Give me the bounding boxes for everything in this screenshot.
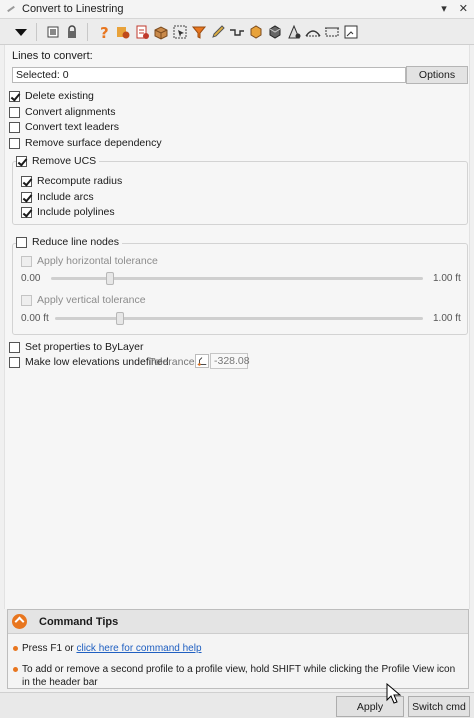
select-icon[interactable] bbox=[44, 22, 61, 41]
tolerance-label: Tolerance: bbox=[149, 356, 198, 368]
remove-surface-dependency-checkbox[interactable] bbox=[9, 137, 20, 149]
horizontal-tolerance-label: Apply horizontal tolerance bbox=[37, 255, 158, 267]
line-icon[interactable] bbox=[228, 22, 245, 41]
options-button[interactable]: Options bbox=[406, 66, 468, 84]
command-help-link[interactable]: click here for command help bbox=[76, 643, 201, 654]
lines-to-convert-label: Lines to convert: bbox=[12, 50, 93, 62]
title-bar: Convert to Linestring ▾ ✕ bbox=[0, 0, 474, 19]
include-polylines-checkbox[interactable] bbox=[21, 206, 32, 218]
delete-existing-label: Delete existing bbox=[25, 90, 94, 102]
funnel-icon[interactable] bbox=[190, 22, 207, 41]
pencil-icon[interactable] bbox=[209, 22, 226, 41]
horizontal-slider-track[interactable] bbox=[51, 272, 423, 285]
select-window-icon[interactable] bbox=[171, 22, 188, 41]
set-bylayer-checkbox[interactable] bbox=[9, 341, 20, 353]
toolbar-separator bbox=[87, 22, 88, 41]
remove-ucs-option[interactable]: Remove UCS bbox=[16, 155, 100, 167]
vertical-tolerance-option[interactable]: Apply vertical tolerance bbox=[21, 294, 146, 306]
low-elevations-label: Make low elevations undefined bbox=[25, 356, 169, 368]
vertical-tolerance-slider[interactable]: 0.00 ft 1.00 ft bbox=[21, 312, 461, 325]
recompute-radius-label: Recompute radius bbox=[37, 175, 123, 187]
horizontal-min-label: 0.00 bbox=[21, 273, 41, 284]
solid-icon[interactable] bbox=[266, 22, 283, 41]
horizontal-tolerance-slider[interactable]: 0.00 1.00 ft bbox=[21, 272, 461, 285]
box-icon[interactable] bbox=[152, 22, 169, 41]
window-icon[interactable] bbox=[342, 22, 359, 41]
set-bylayer-label: Set properties to ByLayer bbox=[25, 341, 144, 353]
lock-icon[interactable] bbox=[63, 22, 80, 41]
svg-text:?: ? bbox=[100, 24, 109, 40]
include-arcs-option[interactable]: Include arcs bbox=[21, 191, 94, 203]
convert-text-leaders-label: Convert text leaders bbox=[25, 121, 119, 133]
include-polylines-label: Include polylines bbox=[37, 206, 115, 218]
vertical-tolerance-label: Apply vertical tolerance bbox=[37, 294, 146, 306]
command-tips-panel: Command Tips Press F1 or click here for … bbox=[7, 609, 469, 689]
include-arcs-label: Include arcs bbox=[37, 191, 94, 203]
reduce-line-nodes-label: Reduce line nodes bbox=[32, 236, 119, 248]
delete-existing-option[interactable]: Delete existing bbox=[9, 90, 94, 102]
bottom-bar: Apply Switch cmd bbox=[0, 692, 474, 718]
remove-ucs-label: Remove UCS bbox=[32, 155, 97, 167]
close-button[interactable]: ✕ bbox=[459, 2, 468, 15]
convert-text-leaders-checkbox[interactable] bbox=[9, 121, 20, 133]
convert-icon[interactable] bbox=[133, 22, 150, 41]
vertical-slider-track[interactable] bbox=[55, 312, 423, 325]
window-menu-button[interactable]: ▾ bbox=[441, 2, 447, 15]
recompute-radius-checkbox[interactable] bbox=[21, 175, 32, 187]
vertical-tolerance-checkbox[interactable] bbox=[21, 294, 32, 306]
mouse-cursor-icon bbox=[386, 683, 402, 704]
reduce-line-nodes-option[interactable]: Reduce line nodes bbox=[16, 236, 122, 248]
toolbar-separator bbox=[36, 22, 37, 41]
horizontal-tolerance-checkbox[interactable] bbox=[21, 255, 32, 267]
convert-alignments-checkbox[interactable] bbox=[9, 106, 20, 118]
arc-icon[interactable] bbox=[304, 22, 321, 41]
low-elevations-checkbox[interactable] bbox=[9, 356, 20, 368]
toolbar: ? bbox=[0, 19, 474, 45]
remove-surface-dependency-option[interactable]: Remove surface dependency bbox=[9, 137, 162, 149]
selected-count-field[interactable]: Selected: 0 bbox=[12, 67, 406, 83]
remove-surface-dependency-label: Remove surface dependency bbox=[25, 137, 162, 149]
tolerance-input[interactable]: -328.08 bbox=[210, 353, 250, 369]
vertical-min-label: 0.00 ft bbox=[21, 313, 49, 324]
vertical-max-label: 1.00 ft bbox=[433, 313, 461, 324]
collapse-toggle-icon[interactable] bbox=[12, 614, 27, 629]
triangle-icon[interactable] bbox=[285, 22, 302, 41]
horizontal-slider-thumb[interactable] bbox=[106, 272, 114, 285]
tip-help: Press F1 or click here for command help bbox=[13, 642, 202, 655]
convert-alignments-option[interactable]: Convert alignments bbox=[9, 106, 115, 118]
horizontal-max-label: 1.00 ft bbox=[433, 273, 461, 284]
help-icon[interactable]: ? bbox=[95, 22, 112, 41]
low-elevations-option[interactable]: Make low elevations undefined bbox=[9, 356, 169, 368]
horizontal-tolerance-option[interactable]: Apply horizontal tolerance bbox=[21, 255, 158, 267]
bullet-icon bbox=[13, 646, 18, 651]
dropdown-arrow-icon[interactable] bbox=[12, 22, 29, 41]
switch-cmd-button[interactable]: Switch cmd bbox=[408, 696, 470, 717]
vertical-slider-thumb[interactable] bbox=[116, 312, 124, 325]
linestring-icon bbox=[6, 4, 16, 14]
include-polylines-option[interactable]: Include polylines bbox=[21, 206, 115, 218]
reduce-line-nodes-checkbox[interactable] bbox=[16, 236, 27, 248]
include-arcs-checkbox[interactable] bbox=[21, 191, 32, 203]
command-tips-header[interactable]: Command Tips bbox=[8, 610, 468, 634]
pick-tolerance-icon[interactable] bbox=[195, 354, 209, 368]
convert-text-leaders-option[interactable]: Convert text leaders bbox=[9, 121, 119, 133]
command-tips-title: Command Tips bbox=[39, 615, 119, 628]
bullet-icon bbox=[13, 667, 18, 672]
delete-existing-checkbox[interactable] bbox=[9, 90, 20, 102]
window-title: Convert to Linestring bbox=[22, 3, 124, 15]
main-panel: Lines to convert: Selected: 0 Options De… bbox=[4, 45, 470, 609]
settings-icon[interactable] bbox=[114, 22, 131, 41]
set-bylayer-option[interactable]: Set properties to ByLayer bbox=[9, 341, 143, 353]
dashed-box-icon[interactable] bbox=[323, 22, 340, 41]
tip-help-prefix: Press F1 or bbox=[22, 643, 77, 654]
convert-alignments-label: Convert alignments bbox=[25, 106, 116, 118]
cube-icon[interactable] bbox=[247, 22, 264, 41]
remove-ucs-checkbox[interactable] bbox=[16, 155, 27, 167]
recompute-radius-option[interactable]: Recompute radius bbox=[21, 175, 122, 187]
